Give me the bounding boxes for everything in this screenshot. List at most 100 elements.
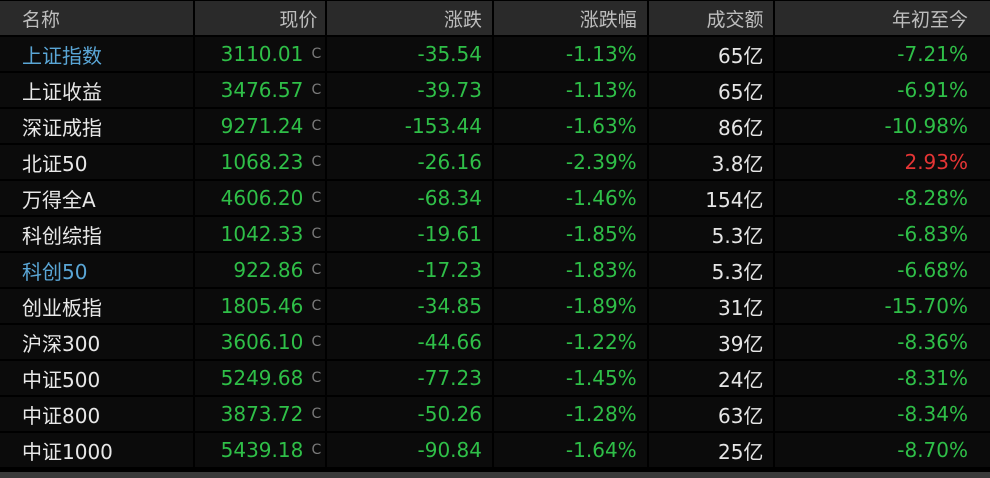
change-pct-value: -1.83%: [565, 258, 637, 282]
cell-volume: 65亿: [648, 73, 774, 107]
table-bottom-border: [0, 472, 990, 478]
index-name-link[interactable]: 上证指数: [22, 40, 102, 69]
volume-value: 5.3亿: [711, 223, 764, 248]
cell-ytd: -15.70%: [775, 289, 990, 323]
cell-price: 3476.57 C: [194, 73, 326, 107]
index-name: 科创综指: [22, 223, 102, 248]
table-row[interactable]: 中证500 5249.68 C -77.23 -1.45% 24亿 -8.31%: [0, 360, 990, 396]
ytd-value: -7.21%: [897, 42, 969, 66]
close-marker-icon: C: [311, 82, 322, 98]
header-name[interactable]: 名称: [0, 1, 193, 35]
cell-price: 3110.01 C: [194, 37, 326, 71]
cell-change: -153.44: [327, 109, 492, 143]
table-row[interactable]: 上证收益 3476.57 C -39.73 -1.13% 65亿 -6.91%: [0, 72, 990, 108]
header-ytd[interactable]: 年初至今: [775, 1, 990, 35]
header-price[interactable]: 现价: [194, 1, 326, 35]
ytd-value: -10.98%: [884, 114, 969, 138]
cell-volume: 31亿: [648, 289, 774, 323]
header-change-pct[interactable]: 涨跌幅: [494, 1, 647, 35]
table-header: 名称 现价 涨跌 涨跌幅 成交额 年初至今: [0, 0, 990, 36]
header-volume[interactable]: 成交额: [648, 1, 774, 35]
table-row[interactable]: 中证1000 5439.18 C -90.84 -1.64% 25亿 -8.70%: [0, 432, 990, 468]
table-row[interactable]: 创业板指 1805.46 C -34.85 -1.89% 31亿 -15.70%: [0, 288, 990, 324]
index-name-link[interactable]: 科创50: [22, 256, 87, 285]
cell-change-pct: -1.89%: [494, 289, 647, 323]
change-pct-value: -1.22%: [565, 330, 637, 354]
cell-name: 中证800: [0, 397, 193, 431]
cell-name: 科创综指: [0, 217, 193, 251]
table-row[interactable]: 科创综指 1042.33 C -19.61 -1.85% 5.3亿 -6.83%: [0, 216, 990, 252]
change-pct-value: -1.64%: [565, 438, 637, 462]
price-value: 4606.20: [220, 186, 304, 210]
cell-ytd: -8.36%: [775, 325, 990, 359]
index-name: 万得全A: [22, 187, 96, 212]
change-pct-value: -2.39%: [565, 150, 637, 174]
volume-value: 65亿: [717, 79, 764, 104]
change-pct-value: -1.63%: [565, 114, 637, 138]
table-row[interactable]: 上证指数 3110.01 C -35.54 -1.13% 65亿 -7.21%: [0, 36, 990, 72]
cell-ytd: -10.98%: [775, 109, 990, 143]
ytd-value: -8.34%: [897, 402, 969, 426]
volume-value: 3.8亿: [711, 151, 764, 176]
cell-volume: 65亿: [648, 37, 774, 71]
cell-change-pct: -1.22%: [494, 325, 647, 359]
cell-name: 创业板指: [0, 289, 193, 323]
cell-volume: 154亿: [648, 181, 774, 215]
volume-value: 5.3亿: [711, 259, 764, 284]
cell-volume: 39亿: [648, 325, 774, 359]
cell-price: 1042.33 C: [194, 217, 326, 251]
close-marker-icon: C: [311, 406, 322, 422]
change-pct-value: -1.45%: [565, 366, 637, 390]
volume-value: 86亿: [717, 115, 764, 140]
cell-name[interactable]: 上证指数: [0, 37, 193, 71]
ytd-value: -8.70%: [897, 438, 969, 462]
cell-name: 万得全A: [0, 181, 193, 215]
change-pct-value: -1.46%: [565, 186, 637, 210]
close-marker-icon: C: [311, 370, 322, 386]
table-row[interactable]: 深证成指 9271.24 C -153.44 -1.63% 86亿 -10.98%: [0, 108, 990, 144]
cell-change-pct: -1.13%: [494, 37, 647, 71]
change-value: -50.26: [417, 402, 482, 426]
cell-ytd: -7.21%: [775, 37, 990, 71]
cell-change-pct: -1.13%: [494, 73, 647, 107]
table-row[interactable]: 沪深300 3606.10 C -44.66 -1.22% 39亿 -8.36%: [0, 324, 990, 360]
cell-price: 5249.68 C: [194, 361, 326, 395]
cell-change: -68.34: [327, 181, 492, 215]
cell-name[interactable]: 科创50: [0, 253, 193, 287]
ytd-value: -15.70%: [884, 294, 969, 318]
cell-price: 5439.18 C: [194, 433, 326, 467]
ytd-value: -6.91%: [897, 78, 969, 102]
cell-price: 1805.46 C: [194, 289, 326, 323]
index-name: 中证500: [22, 367, 101, 392]
table-row[interactable]: 中证800 3873.72 C -50.26 -1.28% 63亿 -8.34%: [0, 396, 990, 432]
cell-change: -50.26: [327, 397, 492, 431]
index-name: 中证800: [22, 403, 101, 428]
close-marker-icon: C: [311, 334, 322, 350]
change-pct-value: -1.89%: [565, 294, 637, 318]
cell-change-pct: -1.83%: [494, 253, 647, 287]
table-body: 上证指数 3110.01 C -35.54 -1.13% 65亿 -7.21% 上证收益 347…: [0, 36, 990, 468]
cell-change-pct: -1.45%: [494, 361, 647, 395]
close-marker-icon: C: [311, 298, 322, 314]
close-marker-icon: C: [311, 190, 322, 206]
change-pct-value: -1.85%: [565, 222, 637, 246]
volume-value: 63亿: [717, 403, 764, 428]
table-row[interactable]: 科创50 922.86 C -17.23 -1.83% 5.3亿 -6.68%: [0, 252, 990, 288]
cell-price: 922.86 C: [194, 253, 326, 287]
table-row[interactable]: 万得全A 4606.20 C -68.34 -1.46% 154亿 -8.28%: [0, 180, 990, 216]
index-name: 中证1000: [22, 439, 113, 464]
cell-change: -19.61: [327, 217, 492, 251]
volume-value: 24亿: [717, 367, 764, 392]
header-change[interactable]: 涨跌: [327, 1, 493, 35]
price-value: 3873.72: [220, 402, 304, 426]
cell-volume: 5.3亿: [648, 253, 774, 287]
table-row[interactable]: 北证50 1068.23 C -26.16 -2.39% 3.8亿 2.93%: [0, 144, 990, 180]
price-value: 1805.46: [220, 294, 304, 318]
price-value: 3476.57: [220, 78, 304, 102]
price-value: 922.86: [233, 258, 304, 282]
close-marker-icon: C: [311, 262, 322, 278]
index-name: 创业板指: [22, 295, 102, 320]
ytd-value: -6.83%: [897, 222, 969, 246]
price-value: 5439.18: [220, 438, 304, 462]
price-value: 1042.33: [220, 222, 304, 246]
